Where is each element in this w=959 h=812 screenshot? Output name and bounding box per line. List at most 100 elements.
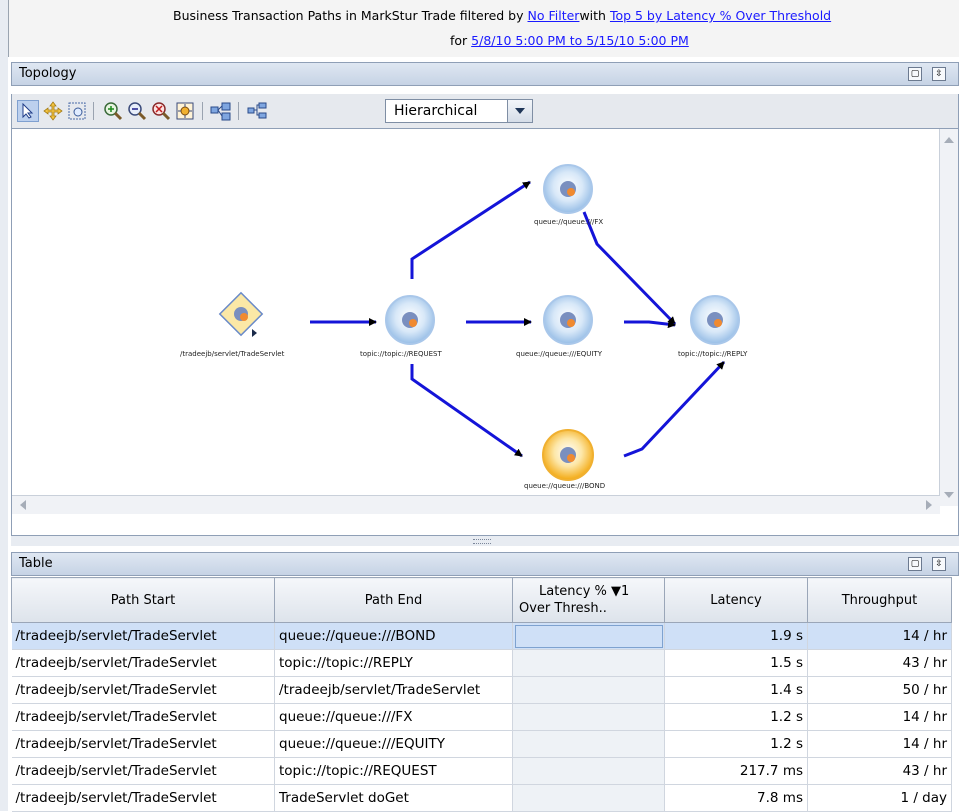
node-request[interactable] — [385, 295, 435, 345]
zoom-in-icon[interactable] — [102, 100, 124, 122]
table-row[interactable]: /tradeejb/servlet/TradeServlet /tradeejb… — [11, 676, 952, 704]
zoom-region-icon[interactable] — [66, 100, 88, 122]
scroll-left-icon[interactable] — [20, 500, 26, 510]
cell-latency-pct — [512, 703, 665, 731]
table-row[interactable]: /tradeejb/servlet/TradeServlet queue://q… — [11, 703, 952, 731]
chevron-down-icon[interactable] — [507, 100, 532, 122]
cell-latency-pct — [512, 784, 665, 812]
node-label-bond: queue://queue:///BOND — [524, 482, 606, 490]
scroll-up-icon[interactable] — [944, 137, 954, 143]
cell-latency-pct — [512, 622, 665, 650]
left-splitter[interactable] — [0, 0, 8, 811]
column-header-path-end[interactable]: Path End — [274, 577, 513, 623]
table-panel-title: Table ▢ ⇳ — [11, 552, 959, 576]
cell-latency-pct — [512, 757, 665, 785]
table-row[interactable]: /tradeejb/servlet/TradeServlet TradeServ… — [11, 784, 952, 812]
layout-select[interactable]: Hierarchical — [385, 99, 533, 123]
cell-path-start: /tradeejb/servlet/TradeServlet — [11, 622, 275, 650]
table-row[interactable]: /tradeejb/servlet/TradeServlet queue://q… — [11, 730, 952, 758]
header-line-1: Business Transaction Paths in MarkStur T… — [173, 8, 831, 23]
topology-toolbar: Hierarchical — [11, 94, 959, 128]
latency-pct-label: Latency % — [539, 584, 607, 599]
layout-select-value: Hierarchical — [394, 103, 478, 119]
cell-path-end: topic://topic://REQUEST — [274, 757, 513, 785]
cell-latency: 1.2 s — [664, 730, 808, 758]
cell-path-start: /tradeejb/servlet/TradeServlet — [11, 649, 275, 677]
restore-icon[interactable]: ⇳ — [932, 557, 946, 571]
node-bond[interactable] — [542, 429, 594, 481]
cell-path-start: /tradeejb/servlet/TradeServlet — [11, 784, 275, 812]
table-row[interactable]: /tradeejb/servlet/TradeServlet topic://t… — [11, 757, 952, 785]
cell-latency-pct — [512, 730, 665, 758]
topology-vertical-scrollbar[interactable] — [939, 129, 958, 506]
layout-icon — [246, 100, 268, 122]
column-header-latency-pct[interactable]: Latency % ▼1 Over Thresh.. — [512, 577, 665, 623]
cell-latency: 1.4 s — [664, 676, 808, 704]
panel-splitter[interactable] — [11, 536, 959, 546]
pan-icon[interactable] — [42, 100, 64, 122]
scroll-right-icon[interactable] — [926, 500, 932, 510]
maximize-icon[interactable]: ▢ — [908, 557, 922, 571]
node-label-equity: queue://queue:///EQUITY — [516, 350, 603, 358]
maximize-icon[interactable]: ▢ — [908, 67, 922, 81]
table-row[interactable]: /tradeejb/servlet/TradeServlet topic://t… — [11, 649, 952, 677]
cell-latency: 1.5 s — [664, 649, 808, 677]
zoom-reset-icon[interactable] — [150, 100, 172, 122]
latency-pct-label-line2: Over Thresh.. — [519, 601, 607, 616]
topology-title: Topology — [19, 66, 77, 81]
cell-latency: 1.9 s — [664, 622, 808, 650]
top-filter-link[interactable]: Top 5 by Latency % Over Threshold — [610, 8, 831, 23]
cell-path-start: /tradeejb/servlet/TradeServlet — [11, 703, 275, 731]
topology-canvas[interactable]: /tradeejb/servlet/TradeServlet topic://t… — [11, 128, 959, 536]
column-header-latency[interactable]: Latency — [664, 577, 808, 623]
column-header-throughput[interactable]: Throughput — [807, 577, 952, 623]
topology-panel-title: Topology ▢ ⇳ — [11, 62, 959, 86]
overview-icon[interactable] — [210, 100, 232, 122]
node-fx[interactable] — [543, 164, 593, 214]
zoom-out-icon[interactable] — [126, 100, 148, 122]
cell-path-end: TradeServlet doGet — [274, 784, 513, 812]
cell-latency-pct — [512, 676, 665, 704]
cell-throughput: 14 / hr — [807, 730, 952, 758]
sort-desc-icon: ▼ — [611, 584, 622, 599]
cell-latency: 7.8 ms — [664, 784, 808, 812]
cell-path-end: /tradeejb/servlet/TradeServlet — [274, 676, 513, 704]
scroll-down-icon[interactable] — [944, 492, 954, 498]
table-row[interactable]: /tradeejb/servlet/TradeServlet queue://q… — [11, 622, 952, 650]
node-reply[interactable] — [690, 295, 740, 345]
table-title: Table — [19, 556, 53, 571]
node-label-servlet: /tradeejb/servlet/TradeServlet — [180, 350, 285, 358]
header-text-with: with — [579, 8, 610, 23]
topology-edges — [310, 180, 726, 458]
cell-latency: 217.7 ms — [664, 757, 808, 785]
column-header-path-start[interactable]: Path Start — [11, 577, 275, 623]
topology-horizontal-scrollbar[interactable] — [12, 495, 940, 514]
cell-throughput: 1 / day — [807, 784, 952, 812]
node-label-reply: topic://topic://REPLY — [678, 350, 748, 358]
cell-path-start: /tradeejb/servlet/TradeServlet — [11, 757, 275, 785]
header-text-for: for — [450, 33, 472, 48]
cell-path-start: /tradeejb/servlet/TradeServlet — [11, 676, 275, 704]
node-label-request: topic://topic://REQUEST — [360, 350, 442, 358]
paths-table: Path Start Path End Latency % ▼1 Over Th… — [11, 577, 952, 812]
time-range-link[interactable]: 5/8/10 5:00 PM to 5/15/10 5:00 PM — [471, 33, 689, 48]
sort-order-number: 1 — [621, 584, 630, 599]
cell-path-end: topic://topic://REPLY — [274, 649, 513, 677]
cell-path-end: queue://queue:///FX — [274, 703, 513, 731]
cell-latency: 1.2 s — [664, 703, 808, 731]
cell-path-start: /tradeejb/servlet/TradeServlet — [11, 730, 275, 758]
cell-throughput: 43 / hr — [807, 757, 952, 785]
filter-link[interactable]: No Filter — [528, 8, 580, 23]
node-label-fx: queue://queue:///FX — [534, 218, 604, 226]
cell-latency-pct — [512, 649, 665, 677]
cell-throughput: 43 / hr — [807, 649, 952, 677]
report-header: Business Transaction Paths in MarkStur T… — [8, 0, 959, 57]
select-pointer-icon[interactable] — [17, 100, 39, 122]
node-equity[interactable] — [543, 295, 593, 345]
node-servlet[interactable] — [218, 291, 264, 337]
cell-throughput: 14 / hr — [807, 622, 952, 650]
header-text: Business Transaction Paths in MarkStur T… — [173, 8, 528, 23]
cell-path-end: queue://queue:///BOND — [274, 622, 513, 650]
fit-to-window-icon[interactable] — [174, 100, 196, 122]
restore-icon[interactable]: ⇳ — [932, 67, 946, 81]
